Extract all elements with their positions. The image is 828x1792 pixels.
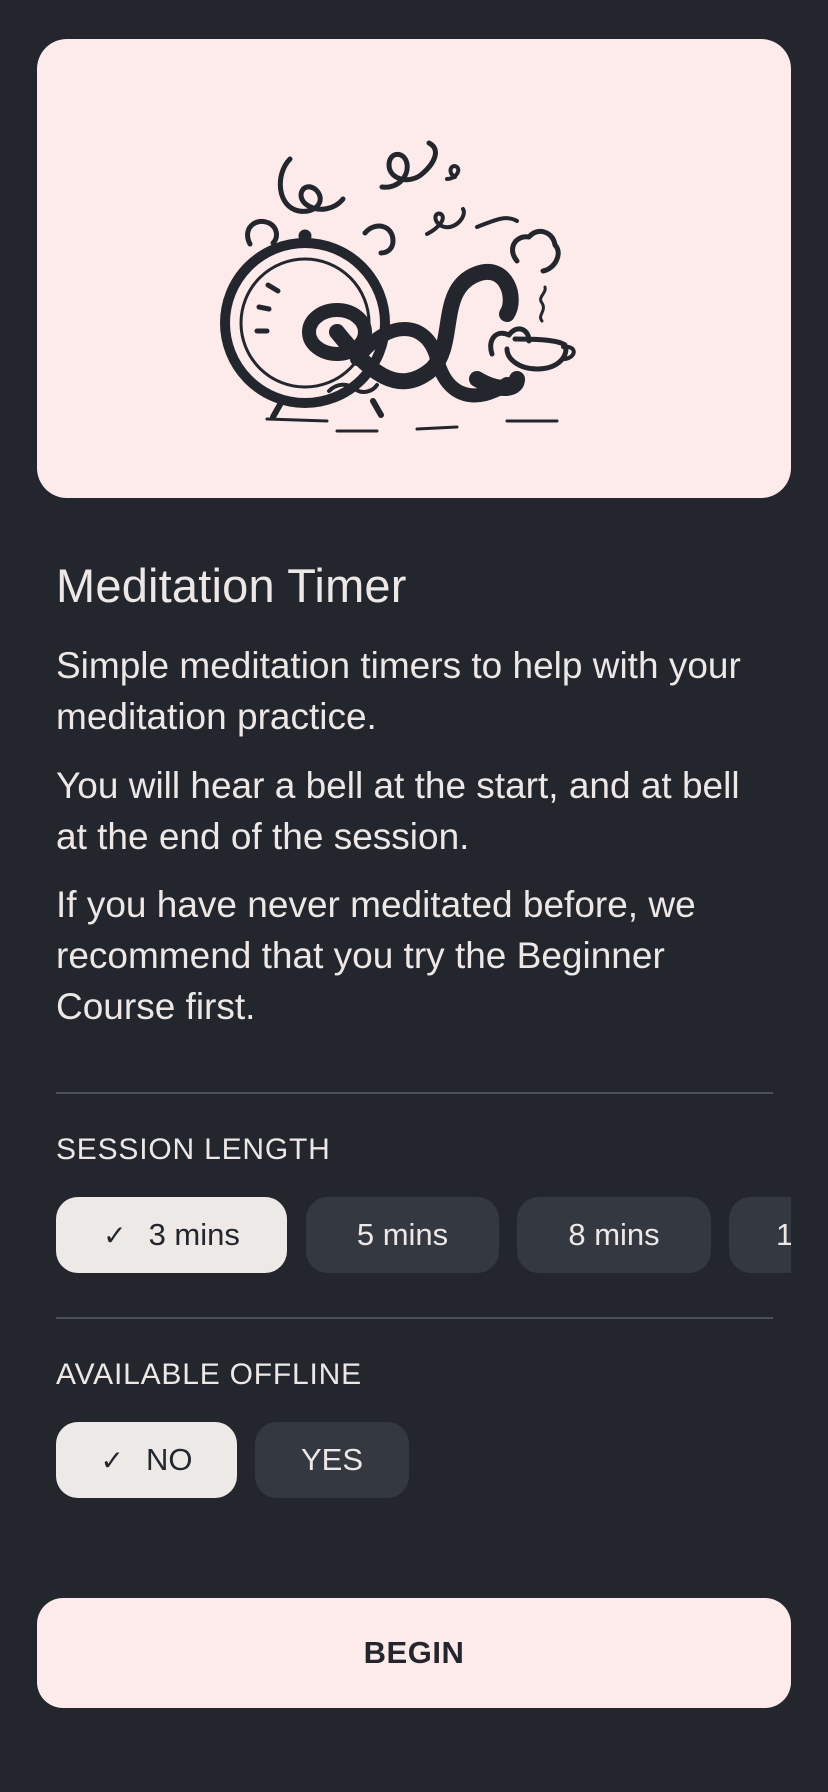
chip-3-mins[interactable]: ✓ 3 mins [56,1197,287,1273]
begin-button[interactable]: BEGIN [37,1598,791,1708]
chip-offline-no[interactable]: ✓ NO [56,1422,237,1498]
page-title: Meditation Timer [56,559,407,612]
available-offline-label: AVAILABLE OFFLINE [56,1358,362,1391]
chip-label: YES [300,1442,364,1477]
check-icon: ✓ [100,1444,124,1476]
chip-partial-option[interactable]: 1 [729,1197,791,1273]
chip-offline-yes[interactable]: YES [255,1422,409,1498]
description-paragraph: You will hear a bell at the start, and a… [56,765,740,857]
chip-label: 5 mins [356,1217,449,1252]
available-offline-chips[interactable]: ✓ NO YES [56,1422,791,1498]
chip-label: 1 [776,1217,791,1252]
chip-label: 3 mins [148,1217,240,1252]
alarm-clock-illustration [220,140,576,433]
session-length-chips[interactable]: ✓ 3 mins 5 mins 8 mins 1 [56,1197,791,1273]
chip-8-mins[interactable]: 8 mins [517,1197,711,1273]
chip-label: 8 mins [568,1217,660,1252]
chip-5-mins[interactable]: 5 mins [306,1197,499,1273]
hero-card [37,39,791,498]
chip-label: NO [145,1442,193,1477]
check-icon: ✓ [103,1219,127,1251]
divider [56,1092,773,1094]
description-paragraph: Simple meditation timers to help with yo… [56,645,741,737]
begin-button-label: BEGIN [363,1635,465,1670]
description-paragraph: If you have never meditated before, we r… [56,884,696,1027]
session-length-label: SESSION LENGTH [56,1133,331,1166]
divider [56,1317,773,1319]
